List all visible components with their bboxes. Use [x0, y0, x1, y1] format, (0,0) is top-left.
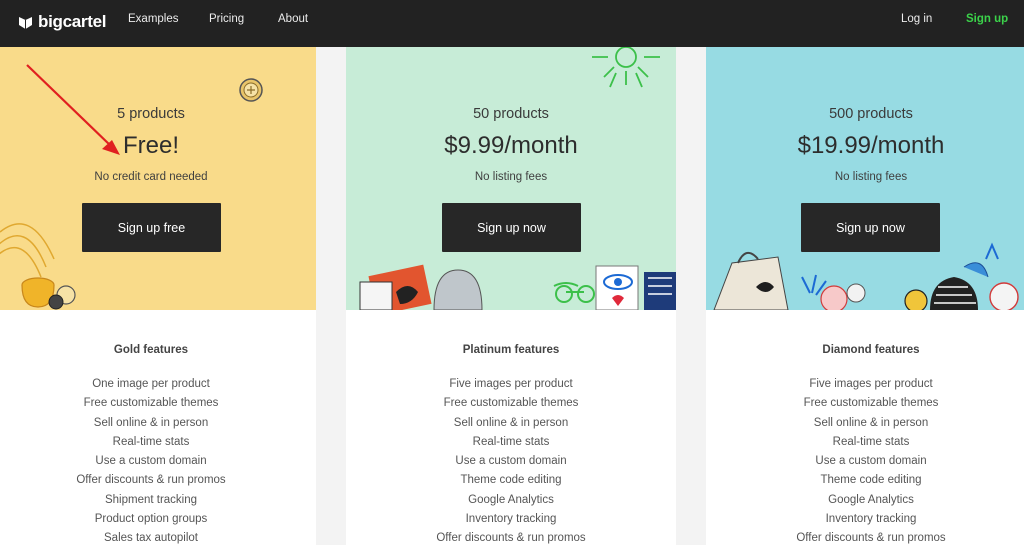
feature-item: Sell online & in person — [453, 416, 569, 429]
plan-note: No credit card needed — [94, 171, 208, 183]
feature-item: Google Analytics — [468, 493, 554, 506]
feature-item: Real-time stats — [472, 435, 550, 448]
feature-item: Product option groups — [94, 513, 208, 526]
feature-item: Free customizable themes — [443, 397, 579, 410]
plan-note: No listing fees — [834, 171, 908, 183]
plan-features-platinum: Platinum features Five images per produc… — [346, 310, 676, 545]
feature-list: Five images per product Free customizabl… — [706, 375, 1024, 545]
feature-item: Sales tax autopilot — [104, 532, 198, 545]
platinum-products-illustration — [359, 264, 676, 310]
feature-item: Sell online & in person — [93, 416, 209, 429]
plan-features-gold: Gold features One image per product Free… — [0, 310, 316, 545]
sign-up-now-button[interactable]: Sign up now — [801, 203, 940, 252]
features-title: Diamond features — [822, 344, 920, 356]
brand-name: bigcartel — [38, 12, 107, 31]
login-link[interactable]: Log in — [901, 13, 932, 25]
plan-product-count: 500 products — [829, 106, 913, 122]
features-title: Gold features — [113, 344, 189, 356]
feature-item: Theme code editing — [820, 474, 922, 487]
feature-item: Inventory tracking — [825, 513, 917, 526]
feature-item: Google Analytics — [828, 493, 914, 506]
sign-up-free-button[interactable]: Sign up free — [82, 203, 221, 252]
feature-item: Use a custom domain — [455, 455, 567, 468]
nav-link-pricing[interactable]: Pricing — [209, 13, 244, 25]
plan-price: Free! — [122, 132, 179, 159]
feature-list: Five images per product Free customizabl… — [346, 375, 676, 545]
plan-price: $19.99/month — [797, 132, 945, 159]
plan-hero-platinum: 50 products $9.99/month No listing fees … — [346, 47, 676, 310]
bigcartel-logo[interactable]: bigcartel — [18, 11, 106, 33]
plan-card-gold: 5 products Free! No credit card needed S… — [0, 47, 316, 545]
feature-item: Free customizable themes — [803, 397, 939, 410]
signup-link[interactable]: Sign up — [966, 13, 1008, 25]
plan-features-diamond: Diamond features Five images per product… — [706, 310, 1024, 545]
plan-note: No listing fees — [474, 171, 548, 183]
plan-product-count: 5 products — [117, 106, 185, 122]
feature-item: Inventory tracking — [465, 513, 557, 526]
feature-item: Five images per product — [449, 378, 573, 390]
plan-hero-gold: 5 products Free! No credit card needed S… — [0, 47, 316, 310]
plan-card-diamond: 500 products $19.99/month No listing fee… — [706, 47, 1024, 545]
feature-item: Use a custom domain — [95, 455, 207, 468]
feature-item: Shipment tracking — [104, 493, 198, 506]
features-title: Platinum features — [462, 344, 560, 356]
feature-item: Real-time stats — [832, 435, 910, 448]
feature-list: One image per product Free customizable … — [0, 375, 316, 545]
feature-item: Sell online & in person — [813, 416, 929, 429]
bigcartel-bag-icon — [19, 16, 32, 29]
feature-item: Free customizable themes — [83, 397, 219, 410]
plan-price: $9.99/month — [444, 132, 578, 159]
feature-item: Offer discounts & run promos — [76, 474, 226, 487]
sign-up-now-button[interactable]: Sign up now — [442, 203, 581, 252]
nav-link-about[interactable]: About — [278, 13, 308, 25]
feature-item: One image per product — [92, 378, 210, 390]
feature-item: Offer discounts & run promos — [436, 532, 586, 545]
feature-item: Real-time stats — [112, 435, 190, 448]
feature-item: Offer discounts & run promos — [796, 532, 946, 545]
nav-link-examples[interactable]: Examples — [128, 13, 179, 25]
feature-item: Use a custom domain — [815, 455, 927, 468]
plan-product-count: 50 products — [473, 106, 549, 122]
feature-item: Five images per product — [809, 378, 933, 390]
top-navigation-bar: bigcartel Examples Pricing About Log in … — [0, 0, 1024, 47]
sun-illustration — [592, 47, 660, 88]
plan-card-platinum: 50 products $9.99/month No listing fees … — [346, 47, 676, 545]
coin-icon — [239, 78, 263, 102]
feature-item: Theme code editing — [460, 474, 562, 487]
plan-hero-diamond: 500 products $19.99/month No listing fee… — [706, 47, 1024, 310]
